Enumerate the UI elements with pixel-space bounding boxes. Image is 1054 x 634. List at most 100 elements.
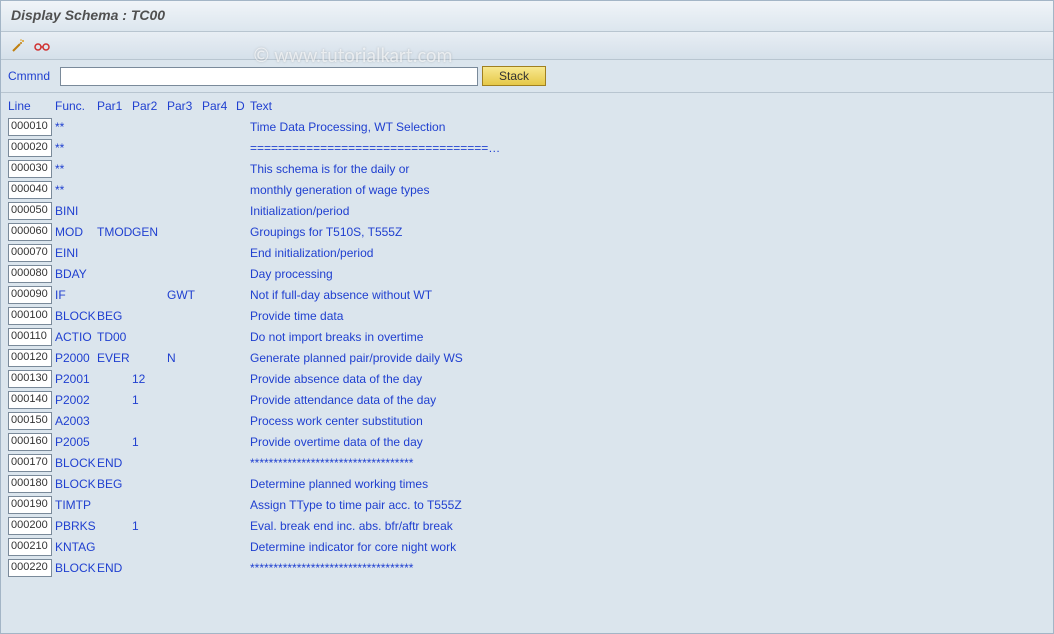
line-cell: 000110 <box>8 328 55 346</box>
line-cell: 000050 <box>8 202 55 220</box>
line-cell: 000080 <box>8 265 55 283</box>
table-row: 000160P2005 1 Provide overtime data of the… <box>1 431 1053 452</box>
line-number[interactable]: 000020 <box>8 139 52 157</box>
line-number[interactable]: 000110 <box>8 328 52 346</box>
line-number[interactable]: 000140 <box>8 391 52 409</box>
line-cell: 000010 <box>8 118 55 136</box>
stack-button[interactable]: Stack <box>482 66 546 86</box>
header-text: Text <box>250 99 1053 113</box>
line-number[interactable]: 000060 <box>8 223 52 241</box>
par3-cell: GWT <box>167 288 202 302</box>
text-cell: Determine indicator for core night work <box>250 540 1053 554</box>
table-row: 000020**================================… <box>1 137 1053 158</box>
func-cell: MOD <box>55 225 97 239</box>
command-input[interactable] <box>60 67 478 86</box>
command-label: Cmmnd <box>8 69 56 83</box>
line-number[interactable]: 000150 <box>8 412 52 430</box>
line-cell: 000020 <box>8 139 55 157</box>
text-cell: Generate planned pair/provide daily WS <box>250 351 1053 365</box>
par1-cell: BEG <box>97 309 132 323</box>
func-cell: ACTIO <box>55 330 97 344</box>
header-d: D <box>236 99 250 113</box>
par2-cell: 1 <box>132 435 167 449</box>
table-row: 000100BLOCKBEGProvide time data <box>1 305 1053 326</box>
func-cell: BLOCK <box>55 456 97 470</box>
line-number[interactable]: 000190 <box>8 496 52 514</box>
table-row: 000060MODTMODGENGroupings for T510S, T55… <box>1 221 1053 242</box>
table-row: 000120P2000EVERNGenerate planned pair/pr… <box>1 347 1053 368</box>
line-number[interactable]: 000200 <box>8 517 52 535</box>
par1-cell: TMOD <box>97 225 132 239</box>
line-number[interactable]: 000090 <box>8 286 52 304</box>
glasses-icon[interactable] <box>33 37 51 55</box>
table-row: 000180BLOCKBEG Determine planned working … <box>1 473 1053 494</box>
line-number[interactable]: 000100 <box>8 307 52 325</box>
line-number[interactable]: 000170 <box>8 454 52 472</box>
text-cell: Initialization/period <box>250 204 1053 218</box>
table-row: 000010**Time Data Processing, WT Selecti… <box>1 116 1053 137</box>
par1-cell: BEG <box>97 477 132 491</box>
header-par3: Par3 <box>167 99 202 113</box>
line-number[interactable]: 000160 <box>8 433 52 451</box>
func-cell: P2002 <box>55 393 97 407</box>
text-cell: Eval. break end inc. abs. bfr/aftr break <box>250 519 1053 533</box>
header-func: Func. <box>55 99 97 113</box>
text-cell: Provide absence data of the day <box>250 372 1053 386</box>
line-cell: 000210 <box>8 538 55 556</box>
table-row: 000130P2001 12 Provide absence data of the… <box>1 368 1053 389</box>
line-cell: 000120 <box>8 349 55 367</box>
line-number[interactable]: 000040 <box>8 181 52 199</box>
line-cell: 000130 <box>8 370 55 388</box>
line-number[interactable]: 000180 <box>8 475 52 493</box>
table-row: 000040**monthly generation of wage types <box>1 179 1053 200</box>
func-cell: BLOCK <box>55 477 97 491</box>
line-number[interactable]: 000030 <box>8 160 52 178</box>
line-number[interactable]: 000210 <box>8 538 52 556</box>
func-cell: ** <box>55 141 97 155</box>
line-number[interactable]: 000080 <box>8 265 52 283</box>
func-cell: KNTAG <box>55 540 97 554</box>
par1-cell: END <box>97 561 132 575</box>
line-number[interactable]: 000120 <box>8 349 52 367</box>
par2-cell: 1 <box>132 519 167 533</box>
table-row: 000070EINIEnd initialization/period <box>1 242 1053 263</box>
line-cell: 000140 <box>8 391 55 409</box>
table-row: 000170BLOCKEND**************************… <box>1 452 1053 473</box>
line-cell: 000170 <box>8 454 55 472</box>
table-row: 000210KNTAG Determine indicator for core … <box>1 536 1053 557</box>
func-cell: BLOCK <box>55 309 97 323</box>
table-row: 000050BINI Initialization/period <box>1 200 1053 221</box>
func-cell: P2005 <box>55 435 97 449</box>
line-cell: 000190 <box>8 496 55 514</box>
line-number[interactable]: 000220 <box>8 559 52 577</box>
par2-cell: 12 <box>132 372 167 386</box>
func-cell: PBRKS <box>55 519 97 533</box>
line-number[interactable]: 000070 <box>8 244 52 262</box>
table-row: 000110ACTIOTD00Do not import breaks in o… <box>1 326 1053 347</box>
text-cell: Determine planned working times <box>250 477 1053 491</box>
func-cell: BDAY <box>55 267 97 281</box>
line-number[interactable]: 000010 <box>8 118 52 136</box>
line-cell: 000180 <box>8 475 55 493</box>
func-cell: ** <box>55 162 97 176</box>
line-cell: 000040 <box>8 181 55 199</box>
page-title: Display Schema : TC00 <box>11 7 165 23</box>
line-number[interactable]: 000050 <box>8 202 52 220</box>
func-cell: P2001 <box>55 372 97 386</box>
text-cell: Provide attendance data of the day <box>250 393 1053 407</box>
par1-cell: EVER <box>97 351 132 365</box>
table-row: 000080BDAYDay processing <box>1 263 1053 284</box>
func-cell: BINI <box>55 204 97 218</box>
par3-cell: N <box>167 351 202 365</box>
header-par2: Par2 <box>132 99 167 113</box>
line-cell: 000060 <box>8 223 55 241</box>
table-row: 000030**This schema is for the daily or <box>1 158 1053 179</box>
func-cell: ** <box>55 120 97 134</box>
header-par4: Par4 <box>202 99 236 113</box>
text-cell: Do not import breaks in overtime <box>250 330 1053 344</box>
line-number[interactable]: 000130 <box>8 370 52 388</box>
grid-header: Line Func. Par1 Par2 Par3 Par4 D Text <box>1 95 1053 116</box>
text-cell: Provide overtime data of the day <box>250 435 1053 449</box>
table-row: 000140P20021Provide attendance data of t… <box>1 389 1053 410</box>
wand-icon[interactable] <box>9 37 27 55</box>
